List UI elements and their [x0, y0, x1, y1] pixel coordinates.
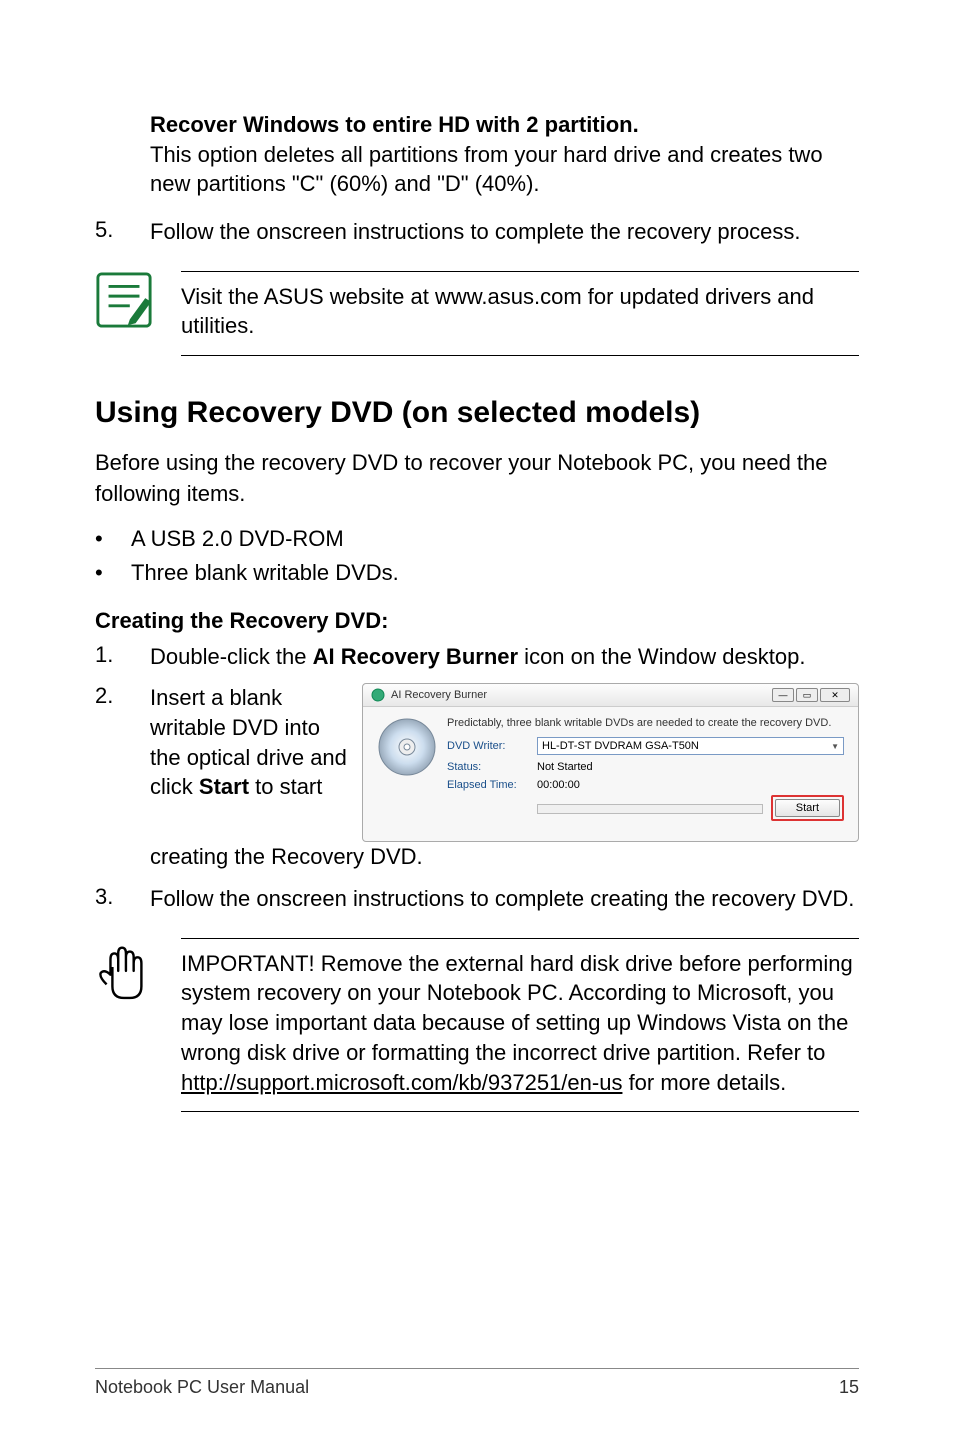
progress-bar: [537, 804, 763, 814]
step-number-5: 5.: [95, 217, 150, 247]
chevron-down-icon: ▼: [831, 742, 839, 751]
bullet-2: Three blank writable DVDs.: [131, 560, 399, 586]
step1-post: icon on the Window desktop.: [518, 644, 805, 669]
elapsed-time-label: Elapsed Time:: [447, 779, 537, 791]
step-5-text: Follow the onscreen instructions to comp…: [150, 217, 859, 247]
close-button[interactable]: ✕: [820, 688, 850, 702]
step-number-3: 3.: [95, 884, 150, 914]
start-button-highlight: Start: [771, 795, 844, 821]
option-body: This option deletes all partitions from …: [150, 140, 859, 199]
prediction-text: Predictably, three blank writable DVDs a…: [447, 717, 844, 729]
dvd-writer-select[interactable]: HL-DT-ST DVDRAM GSA-T50N ▼: [537, 737, 844, 755]
bullet-dot: •: [95, 560, 131, 586]
note-icon: [95, 271, 153, 329]
important-link[interactable]: http://support.microsoft.com/kb/937251/e…: [181, 1070, 622, 1095]
step2-post-a: to start: [249, 774, 322, 799]
step-1-text: Double-click the AI Recovery Burner icon…: [150, 642, 859, 672]
elapsed-time-value: 00:00:00: [537, 779, 844, 791]
step1-pre: Double-click the: [150, 644, 313, 669]
step1-bold: AI Recovery Burner: [313, 644, 518, 669]
footer-title: Notebook PC User Manual: [95, 1377, 309, 1398]
important-hand-icon: [95, 938, 153, 1006]
dvd-writer-label: DVD Writer:: [447, 740, 537, 752]
step-number-1: 1.: [95, 642, 150, 672]
step2-trailing: creating the Recovery DVD.: [150, 842, 859, 872]
step-number-2: 2.: [95, 683, 150, 872]
start-button[interactable]: Start: [775, 799, 840, 817]
step2-bold: Start: [199, 774, 249, 799]
status-label: Status:: [447, 761, 537, 773]
dvd-disc-icon: [377, 717, 437, 777]
status-value: Not Started: [537, 761, 844, 773]
important-text: IMPORTANT! Remove the external hard disk…: [181, 938, 859, 1112]
ai-recovery-burner-screenshot: AI Recovery Burner — ▭ ✕: [362, 683, 859, 842]
step-2-text: Insert a blank writable DVD into the opt…: [150, 683, 350, 802]
bullet-dot: •: [95, 526, 131, 552]
subhead: Creating the Recovery DVD:: [95, 608, 859, 634]
option-heading: Recover Windows to entire HD with 2 part…: [150, 110, 859, 140]
app-icon: [371, 688, 385, 702]
note-text: Visit the ASUS website at www.asus.com f…: [181, 271, 859, 356]
minimize-button[interactable]: —: [772, 688, 794, 702]
window-title: AI Recovery Burner: [391, 689, 487, 701]
important-post: for more details.: [622, 1070, 786, 1095]
step-3-text: Follow the onscreen instructions to comp…: [150, 884, 859, 914]
bullet-1: A USB 2.0 DVD-ROM: [131, 526, 344, 552]
intro-paragraph: Before using the recovery DVD to recover…: [95, 448, 859, 510]
important-pre: IMPORTANT! Remove the external hard disk…: [181, 951, 853, 1065]
dvd-writer-value: HL-DT-ST DVDRAM GSA-T50N: [542, 740, 699, 752]
maximize-button[interactable]: ▭: [796, 688, 818, 702]
section-heading: Using Recovery DVD (on selected models): [95, 396, 859, 430]
page-number: 15: [839, 1377, 859, 1398]
